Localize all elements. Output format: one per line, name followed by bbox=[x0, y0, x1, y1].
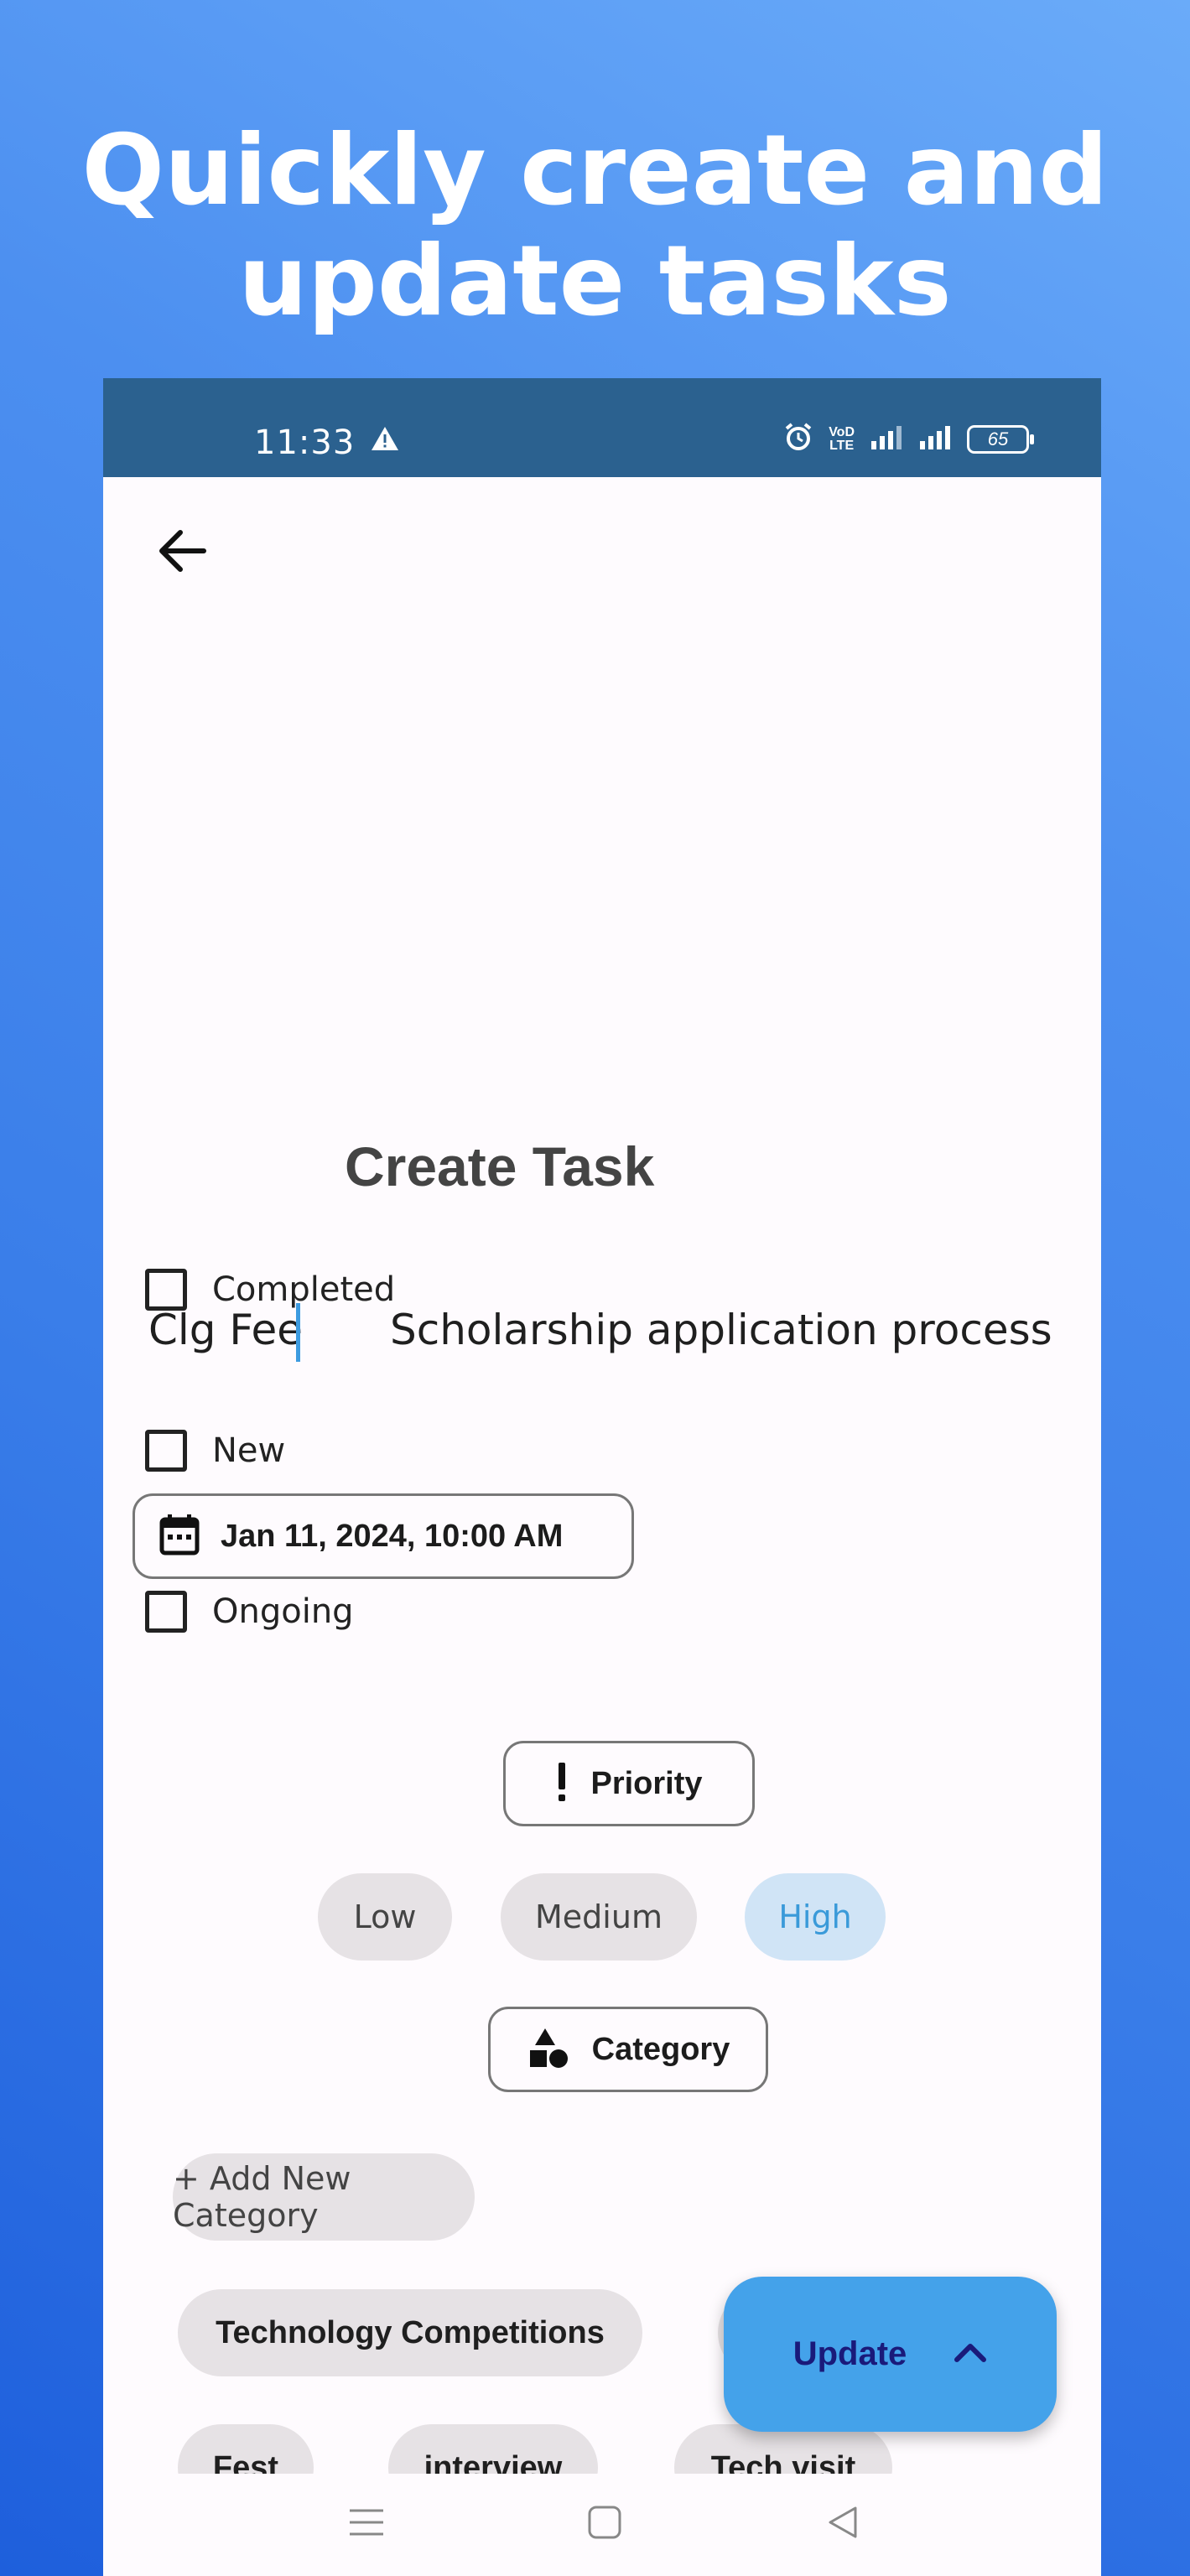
text-cursor bbox=[296, 1303, 300, 1362]
system-back-button[interactable] bbox=[818, 2499, 868, 2549]
volte-bottom: LTE bbox=[829, 438, 855, 453]
signal-icon-2 bbox=[918, 424, 952, 454]
checkbox-label: Ongoing bbox=[212, 1592, 354, 1631]
priority-chip-low[interactable]: Low bbox=[318, 1873, 452, 1961]
system-navigation-bar bbox=[103, 2474, 1101, 2576]
recent-apps-button[interactable] bbox=[341, 2499, 392, 2549]
square-icon bbox=[587, 2505, 622, 2544]
priority-chip-medium[interactable]: Medium bbox=[501, 1873, 697, 1961]
priority-button-label: Priority bbox=[590, 1765, 703, 1801]
back-button[interactable] bbox=[150, 521, 214, 584]
checkbox[interactable] bbox=[145, 1269, 187, 1311]
category-chip[interactable]: Technology Competitions bbox=[178, 2289, 642, 2376]
checkbox-label: Completed bbox=[212, 1270, 396, 1309]
signal-icon-1 bbox=[870, 424, 903, 454]
battery-indicator: 65 bbox=[967, 424, 1034, 454]
status-checkbox-ongoing[interactable]: Ongoing bbox=[145, 1591, 354, 1633]
phone-screen: 11:33 VoD LTE 65 Create Task Clg Fee Sch… bbox=[103, 378, 1101, 2576]
category-button[interactable]: Category bbox=[488, 2007, 768, 2092]
home-button[interactable] bbox=[579, 2499, 630, 2549]
status-time: 11:33 bbox=[254, 423, 356, 462]
due-date-label: Jan 11, 2024, 10:00 AM bbox=[221, 1518, 564, 1554]
checkbox[interactable] bbox=[145, 1430, 187, 1472]
chevron-up-icon bbox=[954, 2341, 987, 2367]
status-checkbox-completed[interactable]: Completed bbox=[145, 1269, 395, 1311]
alarm-icon bbox=[783, 422, 813, 456]
add-category-chip[interactable]: + Add New Category bbox=[173, 2153, 475, 2241]
priority-chip-high[interactable]: High bbox=[745, 1873, 886, 1961]
volte-top: VoD bbox=[829, 424, 855, 439]
shapes-icon bbox=[527, 2027, 570, 2073]
status-bar: 11:33 VoD LTE 65 bbox=[103, 378, 1101, 477]
category-button-label: Category bbox=[591, 2031, 730, 2067]
headline-line-2: update tasks bbox=[238, 225, 952, 338]
menu-icon bbox=[348, 2506, 385, 2543]
update-fab-label: Update bbox=[792, 2335, 907, 2372]
warning-icon bbox=[370, 425, 400, 456]
status-checkbox-new[interactable]: New bbox=[145, 1430, 285, 1472]
promo-headline: Quickly create and update tasks bbox=[0, 116, 1190, 337]
headline-line-1: Quickly create and bbox=[81, 114, 1109, 227]
triangle-back-icon bbox=[825, 2505, 860, 2544]
status-icons: VoD LTE 65 bbox=[783, 422, 1034, 456]
task-description-input[interactable]: Scholarship application process bbox=[390, 1296, 1052, 1363]
checkbox-label: New bbox=[212, 1431, 286, 1470]
update-fab[interactable]: Update bbox=[724, 2277, 1057, 2432]
calendar-icon bbox=[158, 1513, 200, 1561]
priority-button[interactable]: Priority bbox=[503, 1741, 755, 1826]
arrow-left-icon bbox=[157, 528, 207, 578]
page-title: Create Task bbox=[345, 1135, 655, 1197]
exclamation-icon bbox=[555, 1761, 569, 1807]
volte-indicator: VoD LTE bbox=[829, 424, 855, 453]
checkbox[interactable] bbox=[145, 1591, 187, 1633]
due-date-button[interactable]: Jan 11, 2024, 10:00 AM bbox=[133, 1493, 634, 1579]
